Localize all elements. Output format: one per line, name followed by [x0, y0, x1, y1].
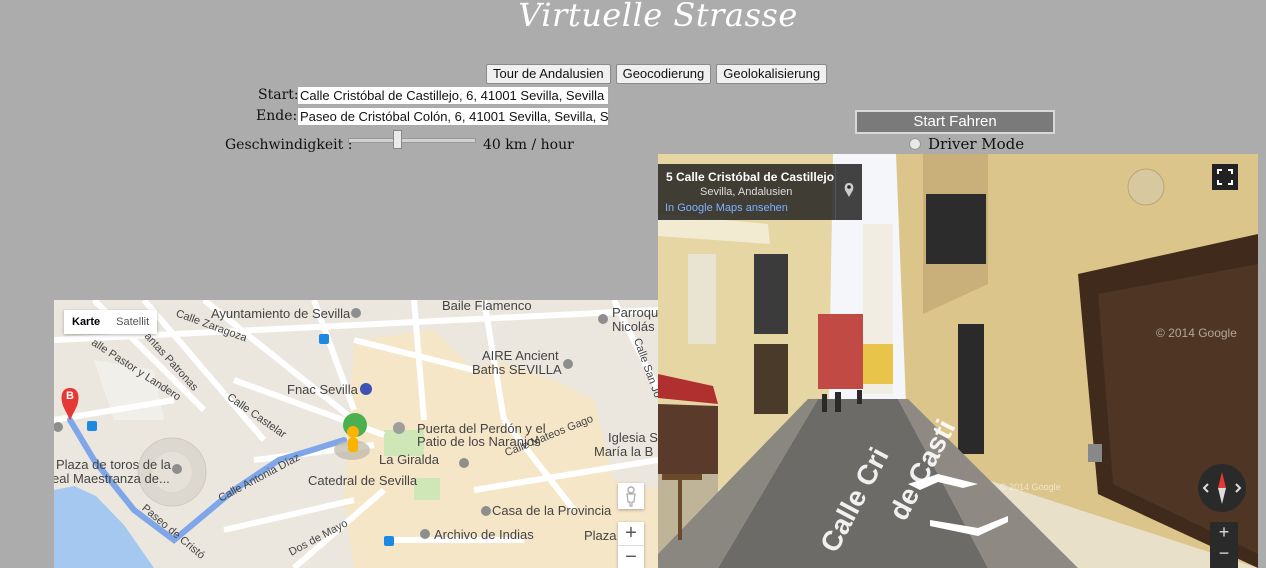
- map-label: Baths SEVILLA: [472, 362, 562, 377]
- toolbar: Tour de Andalusien Geocodierung Geolokal…: [486, 64, 828, 84]
- map-label: AIRE Ancient: [482, 348, 559, 363]
- map-label: Casa de la Provincia: [492, 503, 612, 518]
- map-label: Plaza: [584, 528, 617, 543]
- street-view[interactable]: Calle Cri de Casti 5 Calle Cristóbal de …: [658, 154, 1258, 568]
- end-input[interactable]: Paseo de Cristóbal Colón, 6, 41001 Sevil…: [297, 107, 609, 126]
- map-type-karte[interactable]: Karte: [64, 310, 108, 334]
- map-label: Parroquia: [612, 305, 658, 320]
- map-label: Iglesia S: [608, 430, 658, 445]
- map-label: Nicolás: [612, 319, 655, 334]
- speed-label: Geschwindigkeit :: [225, 137, 353, 153]
- right-balcony: [926, 194, 986, 264]
- map-label: Fnac Sevilla: [287, 382, 358, 397]
- slider-track: [348, 138, 476, 143]
- sv-watermark-small: © 2014 Google: [1000, 482, 1061, 492]
- location-pin-icon[interactable]: [835, 164, 862, 220]
- map-type-control: Karte Satellit: [64, 310, 158, 334]
- map-label: Plaza de toros de la: [56, 457, 171, 472]
- map-type-satellite[interactable]: Satellit: [108, 310, 157, 334]
- pegman-head: [347, 426, 359, 438]
- map-zoom-in-button[interactable]: +: [618, 522, 644, 545]
- driver-mode-radio[interactable]: [909, 138, 921, 150]
- start-driving-button[interactable]: Start Fahren: [855, 110, 1055, 134]
- geolocate-button[interactable]: Geolokalisierung: [716, 64, 828, 84]
- street-view-info-card: 5 Calle Cristóbal de Castillejo Sevilla,…: [658, 164, 862, 220]
- map-zoom-control: + −: [618, 522, 644, 568]
- map-label: Archivo de Indias: [434, 527, 534, 542]
- far-red-building: [818, 314, 868, 389]
- map-label: Catedral de Sevilla: [308, 473, 418, 488]
- sv-zoom-out-button[interactable]: −: [1210, 543, 1238, 564]
- map-label: María la B: [594, 444, 654, 459]
- map-label: La Giralda: [379, 452, 439, 467]
- marker-b-label: B: [66, 390, 74, 402]
- sv-watermark: © 2014 Google: [1156, 326, 1237, 340]
- slider-thumb[interactable]: [393, 130, 402, 149]
- house-number-plate: [1127, 168, 1165, 206]
- pegman-icon: [626, 486, 636, 507]
- fullscreen-icon[interactable]: [1212, 164, 1238, 190]
- geocode-button[interactable]: Geocodierung: [615, 64, 712, 84]
- driver-mode-label: Driver Mode: [928, 135, 1025, 153]
- left-window: [688, 254, 716, 344]
- river-area: [54, 486, 154, 568]
- page-title: Virtuelle Strasse: [518, 0, 798, 34]
- left-balcony: [754, 254, 788, 334]
- speed-value: 40 km / hour: [483, 137, 574, 153]
- tour-button[interactable]: Tour de Andalusien: [486, 64, 611, 84]
- map-view[interactable]: Baile Flamenco Ayuntamiento de Sevilla P…: [54, 300, 658, 568]
- church-icon: [393, 422, 405, 434]
- shopping-icon: [360, 383, 372, 395]
- intercom: [1088, 444, 1102, 462]
- right-window-grate: [958, 324, 984, 454]
- sv-zoom-control: + −: [1210, 522, 1238, 568]
- map-label: Baile Flamenco: [442, 300, 532, 313]
- cathedral-park: [414, 478, 440, 500]
- sv-zoom-in-button[interactable]: +: [1210, 522, 1238, 543]
- pegman-body: [348, 438, 358, 452]
- map-label: eal Maestranza de...: [54, 471, 170, 486]
- start-label: Start:: [258, 87, 299, 103]
- map-zoom-out-button[interactable]: −: [618, 545, 644, 568]
- start-input[interactable]: Calle Cristóbal de Castillejo, 6, 41001 …: [297, 86, 609, 105]
- speed-slider[interactable]: [348, 130, 476, 150]
- map-label: Ayuntamiento de Sevilla: [211, 306, 351, 321]
- sv-maps-link[interactable]: In Google Maps ansehen: [665, 202, 788, 214]
- end-label: Ende:: [256, 108, 298, 124]
- pegman-control[interactable]: [618, 483, 644, 509]
- sv-address: 5 Calle Cristóbal de Castillejo: [666, 170, 835, 184]
- compass-icon[interactable]: [1198, 464, 1246, 512]
- sv-locality: Sevilla, Andalusien: [700, 186, 793, 198]
